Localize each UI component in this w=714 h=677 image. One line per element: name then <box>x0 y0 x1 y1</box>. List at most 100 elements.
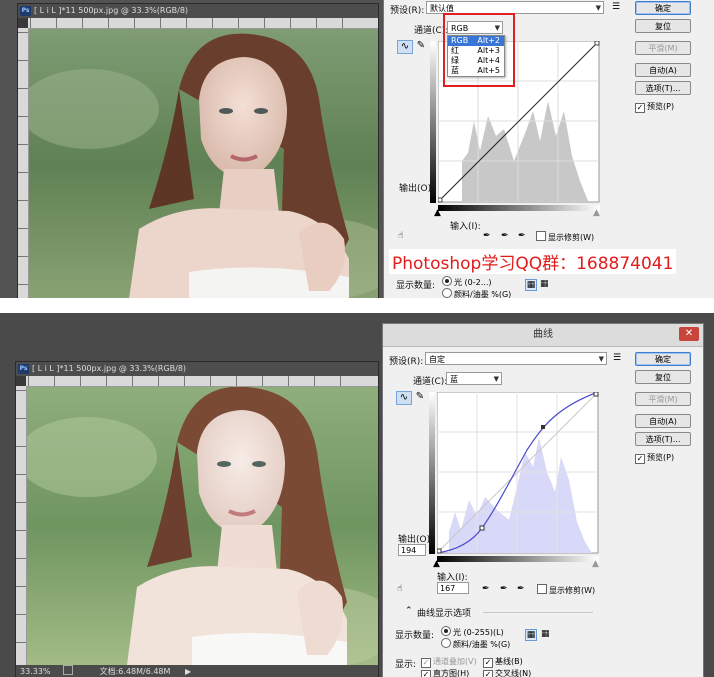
photoshop-doc-icon: Ps <box>20 6 31 16</box>
collapse-chevron-icon[interactable]: ⌃ <box>405 606 413 616</box>
simple-grid-icon[interactable]: ▦ <box>525 629 537 641</box>
show-clipping-checkbox[interactable]: 显示修剪(W) <box>537 584 595 596</box>
white-eyedropper-icon[interactable]: ✒ <box>518 231 526 241</box>
white-eyedropper-icon[interactable]: ✒ <box>517 584 525 594</box>
curve-point[interactable] <box>438 197 443 203</box>
dialog-title: 曲线 <box>533 329 553 340</box>
preview-checkbox[interactable]: ✓ 预览(P) <box>635 101 674 113</box>
horizontal-ruler <box>28 18 378 29</box>
detailed-grid-icon[interactable]: ▦ <box>540 279 549 289</box>
curves-graph[interactable] <box>437 392 599 554</box>
show-label: 显示: <box>395 660 417 670</box>
separator <box>0 298 714 313</box>
intersection-line-checkbox[interactable]: ✓ 交叉线(N) <box>483 668 531 677</box>
output-gradient <box>429 392 435 554</box>
status-arrow-icon[interactable]: ▶ <box>185 667 191 676</box>
portrait-image <box>27 387 378 665</box>
pigment-radio[interactable]: 颜料/油墨 %(G) <box>441 638 510 650</box>
pencil-icon[interactable]: ✎ <box>414 40 428 52</box>
dialog-titlebar[interactable]: 曲线 <box>383 324 703 347</box>
black-slider-icon[interactable]: ▲ <box>433 559 440 569</box>
gray-eyedropper-icon[interactable]: ✒ <box>501 231 509 241</box>
options-button[interactable]: 选项(T)... <box>635 432 691 446</box>
curves-dialog: 曲线 ✕ 预设(R): 自定 ▼ ☰ 确定 复位 平滑(M) 自动(A) 选项(T… <box>382 323 704 677</box>
options-button[interactable]: 选项(T)... <box>635 81 691 95</box>
status-bar: 33.33% 文档:6.48M/6.48M ▶ <box>16 665 378 677</box>
curve-point[interactable] <box>594 41 600 46</box>
white-slider-icon[interactable]: ▲ <box>593 208 600 218</box>
preset-label: 预设(R): <box>390 6 425 16</box>
vertical-ruler <box>16 386 27 665</box>
preset-menu-icon[interactable]: ☰ <box>613 353 621 363</box>
highlight-box <box>443 13 515 87</box>
smooth-button[interactable]: 平滑(M) <box>635 41 691 55</box>
auto-button[interactable]: 自动(A) <box>635 414 691 428</box>
ok-button[interactable]: 确定 <box>635 1 691 15</box>
chevron-down-icon: ▼ <box>493 375 499 383</box>
black-eyedropper-icon[interactable]: ✒ <box>483 231 491 241</box>
output-gradient <box>430 41 436 203</box>
curve-point[interactable] <box>437 548 442 554</box>
channel-label: 通道(C): <box>413 377 448 387</box>
reset-button[interactable]: 复位 <box>635 370 691 384</box>
pigment-radio[interactable]: 颜料/油墨 %(G) <box>442 288 511 298</box>
hand-adjust-icon[interactable]: ☝ <box>397 584 402 594</box>
auto-button[interactable]: 自动(A) <box>635 63 691 77</box>
top-screenshot: Ps[ L i L ]*11 500px.jpg @ 33.3%(RGB/8) <box>0 0 714 298</box>
display-amount-label: 显示数量: <box>396 281 436 291</box>
document-size: 文档:6.48M/6.48M <box>99 667 171 676</box>
show-clipping-checkbox[interactable]: 显示修剪(W) <box>536 231 594 243</box>
pencil-icon[interactable]: ✎ <box>413 391 427 403</box>
reset-button[interactable]: 复位 <box>635 19 691 33</box>
watermark-text: Photoshop学习QQ群：168874041 <box>389 249 677 274</box>
preset-select[interactable]: 自定 ▼ <box>425 352 607 365</box>
output-label: 输出(O): <box>399 184 435 194</box>
input-gradient <box>437 556 599 562</box>
photo-canvas[interactable] <box>27 387 378 665</box>
document-title: [ L i L ]*11 500px.jpg @ 33.3%(RGB/8) <box>32 364 187 373</box>
zoom-level[interactable]: 33.33% <box>20 667 51 676</box>
preset-menu-icon[interactable]: ☰ <box>612 2 620 12</box>
portrait-image <box>29 29 378 298</box>
hand-adjust-icon[interactable]: ☝ <box>398 231 403 241</box>
curve-point[interactable] <box>479 525 485 531</box>
document-title: [ L i L ]*11 500px.jpg @ 33.3%(RGB/8) <box>34 6 189 15</box>
curve-point-tool[interactable]: ∿ <box>396 391 412 405</box>
light-radio[interactable]: 光 (0-255)(L) <box>441 626 504 638</box>
black-eyedropper-icon[interactable]: ✒ <box>482 584 490 594</box>
channel-select[interactable]: 蓝 ▼ <box>446 372 502 385</box>
curve-options-label: 曲线显示选项 <box>417 609 472 619</box>
channel-overlay-checkbox[interactable]: ✓ 通道叠加(V) <box>421 656 477 668</box>
white-slider-icon[interactable]: ▲ <box>592 559 599 569</box>
bottom-screenshot: Ps[ L i L ]*11 500px.jpg @ 33.3%(RGB/8) <box>0 313 714 677</box>
preset-label: 预设(R): <box>389 357 424 367</box>
close-icon[interactable]: ✕ <box>679 327 699 341</box>
baseline-checkbox[interactable]: ✓ 基线(B) <box>483 656 523 668</box>
output-field[interactable]: 194 <box>398 544 426 556</box>
document-window: Ps[ L i L ]*11 500px.jpg @ 33.3%(RGB/8) <box>17 3 379 298</box>
status-menu-icon[interactable] <box>63 665 74 675</box>
input-label: 输入(I): <box>450 222 481 232</box>
chevron-down-icon: ▼ <box>595 4 601 12</box>
detailed-grid-icon[interactable]: ▦ <box>541 629 550 639</box>
divider <box>483 612 593 613</box>
light-radio[interactable]: 光 (0-2...) <box>442 276 491 288</box>
document-tab[interactable]: Ps[ L i L ]*11 500px.jpg @ 33.3%(RGB/8) <box>16 362 378 376</box>
preview-checkbox[interactable]: ✓ 预览(P) <box>635 452 674 464</box>
black-slider-icon[interactable]: ▲ <box>434 208 441 218</box>
document-tab[interactable]: Ps[ L i L ]*11 500px.jpg @ 33.3%(RGB/8) <box>18 4 378 18</box>
chevron-down-icon: ▼ <box>598 355 604 363</box>
curve-point-tool[interactable]: ∿ <box>397 40 413 54</box>
smooth-button[interactable]: 平滑(M) <box>635 392 691 406</box>
photoshop-doc-icon: Ps <box>18 364 29 374</box>
gray-eyedropper-icon[interactable]: ✒ <box>500 584 508 594</box>
curve-point[interactable] <box>593 392 599 397</box>
simple-grid-icon[interactable]: ▦ <box>525 279 537 291</box>
curve-point-selected[interactable] <box>541 425 545 429</box>
display-amount-label: 显示数量: <box>395 631 435 641</box>
input-field[interactable]: 167 <box>437 582 469 594</box>
document-window: Ps[ L i L ]*11 500px.jpg @ 33.3%(RGB/8) <box>15 361 379 677</box>
ok-button[interactable]: 确定 <box>635 352 691 366</box>
photo-canvas[interactable] <box>29 29 378 298</box>
histogram-checkbox[interactable]: ✓ 直方图(H) <box>421 668 469 677</box>
